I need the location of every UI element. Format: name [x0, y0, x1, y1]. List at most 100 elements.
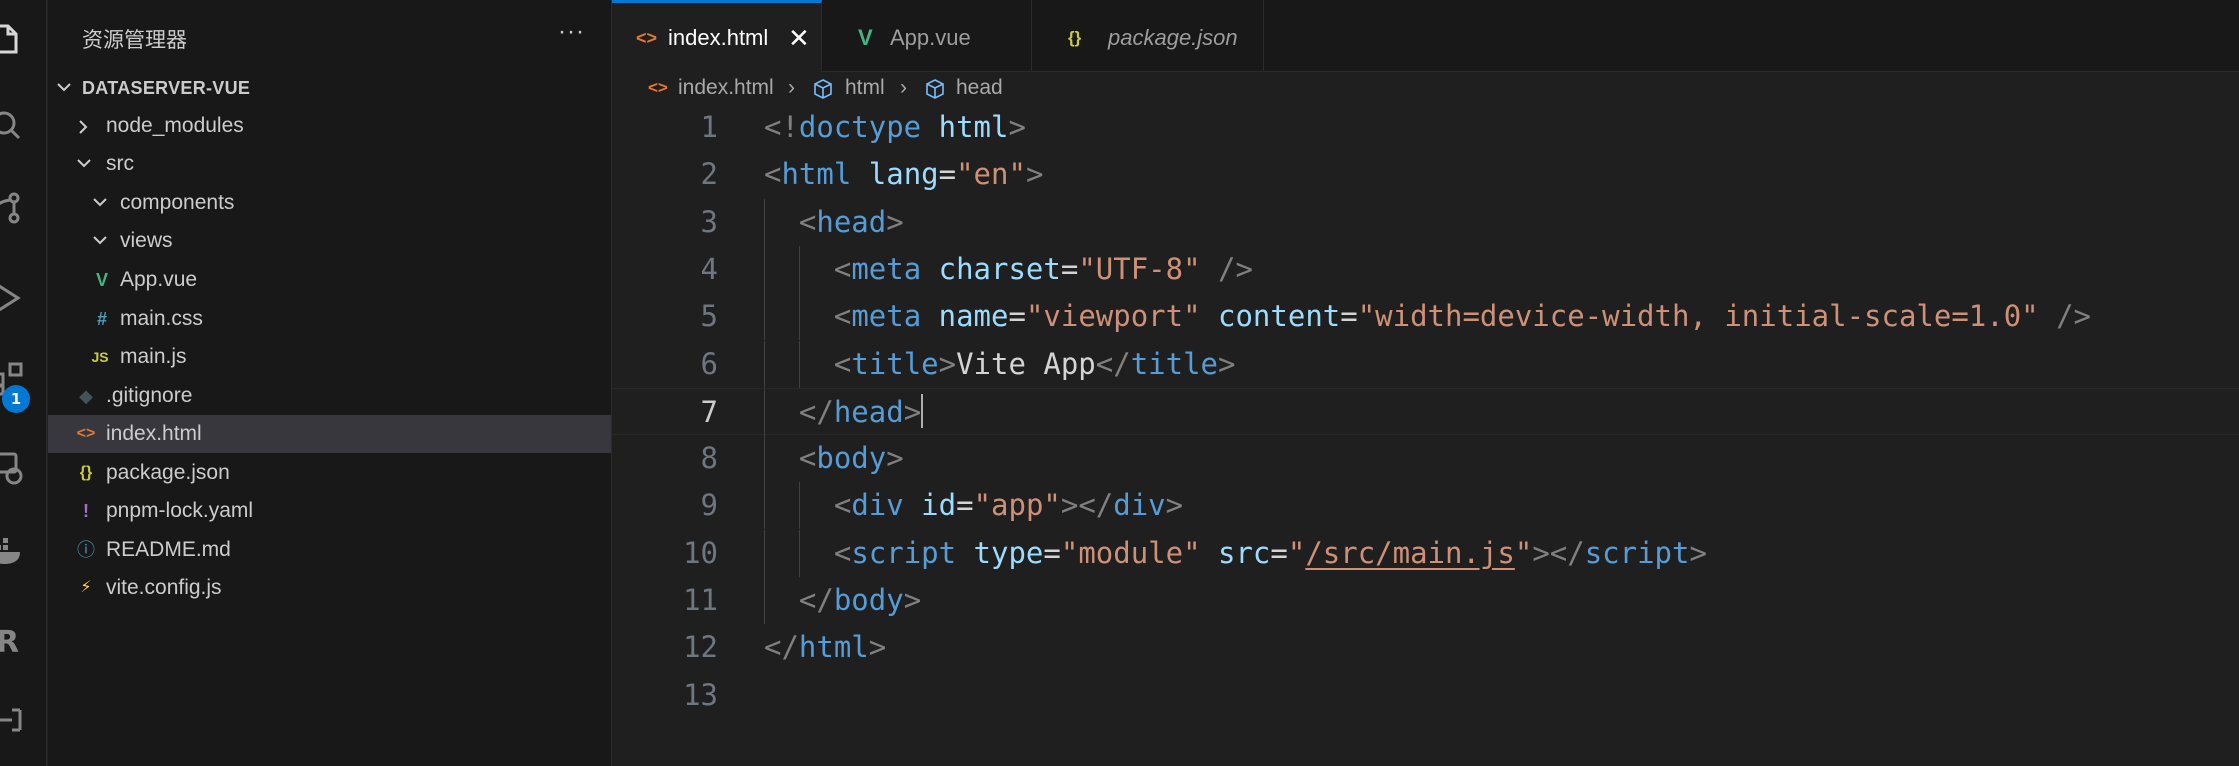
code-token: >	[1025, 157, 1044, 192]
code-token: body	[816, 441, 887, 476]
code-line[interactable]: 1 <!doctype html>	[612, 104, 2239, 151]
code-token: lang	[868, 157, 939, 192]
cube-icon	[926, 79, 944, 99]
code-token: />	[1218, 251, 1253, 286]
code-token: div	[1113, 488, 1166, 523]
code-line[interactable]: 6 <title>Vite App</title>	[612, 340, 2239, 388]
code-token: "	[1287, 535, 1306, 570]
tree-item-pnpm-lock[interactable]: ! pnpm-lock.yaml	[48, 492, 611, 530]
code-token: =	[1060, 251, 1079, 286]
r-language-icon[interactable]: R	[0, 620, 26, 660]
code-line[interactable]: 13	[612, 672, 2239, 719]
tab-app-vue[interactable]: V App.vue	[822, 0, 1032, 72]
remote-explorer-icon[interactable]	[0, 448, 26, 488]
search-icon[interactable]	[0, 105, 26, 145]
tree-item-app-vue[interactable]: V App.vue	[48, 261, 611, 299]
code-text: <title>Vite App</title>	[764, 341, 1236, 388]
code-line[interactable]: 10 <script type="module" src="/src/main.…	[612, 529, 2239, 577]
code-editor[interactable]: 1 <!doctype html> 2 <html lang="en"> 3 <head…	[612, 104, 2239, 766]
code-token: src	[1218, 535, 1271, 570]
code-token: =	[1008, 299, 1026, 334]
code-line[interactable]: 4 <meta charset="UTF-8" />	[612, 245, 2239, 293]
code-token: title	[1130, 346, 1219, 381]
workspace-root[interactable]: DATASERVER-VUE	[48, 69, 611, 107]
explorer-icon[interactable]	[0, 18, 26, 58]
tree-item-src[interactable]: src	[48, 145, 611, 183]
code-line[interactable]: 7 </head>	[612, 387, 2239, 436]
close-icon[interactable]: ✕	[788, 3, 810, 73]
tree-item-node-modules[interactable]: node_modules	[48, 107, 611, 145]
code-token: <	[833, 535, 852, 570]
breadcrumb-item-head[interactable]: head	[956, 72, 1003, 104]
tree-item-readme[interactable]: ⓘ README.md	[48, 531, 611, 569]
code-token: </	[1095, 346, 1131, 381]
workspace-root-label: DATASERVER-VUE	[82, 78, 251, 98]
code-text: <meta charset="UTF-8" />	[764, 246, 1253, 293]
svg-text:R: R	[0, 625, 19, 660]
code-text: <!doctype html>	[764, 104, 1026, 151]
code-line[interactable]: 5 <meta name="viewport" content="width=d…	[612, 293, 2239, 341]
tree-item-components[interactable]: components	[48, 184, 611, 222]
tree-item-vite-config[interactable]: ⚡ vite.config.js	[48, 569, 611, 607]
tree-item-gitignore[interactable]: ◆ .gitignore	[48, 377, 611, 415]
line-number: 10	[683, 535, 718, 570]
tree-item-label: index.html	[106, 422, 202, 445]
tab-index-html[interactable]: <> index.html ✕	[612, 0, 822, 72]
tree-item-views[interactable]: views	[48, 222, 611, 260]
tree-item-label: main.js	[120, 345, 187, 368]
code-token: =	[956, 488, 974, 523]
tree-item-label: src	[106, 152, 134, 175]
code-token: script	[1584, 535, 1690, 570]
code-token: title	[851, 346, 939, 381]
code-line[interactable]: 8 <body>	[612, 435, 2239, 483]
tree-item-main-js[interactable]: JS main.js	[48, 338, 611, 376]
line-number: 2	[700, 157, 718, 192]
tree-item-main-css[interactable]: # main.css	[48, 300, 611, 338]
code-text: <head>	[764, 199, 904, 246]
more-actions-icon[interactable]: ···	[558, 18, 585, 46]
extension-panel-icon[interactable]	[0, 700, 26, 740]
code-token: >	[1218, 346, 1236, 381]
line-number: 7	[700, 394, 718, 429]
vue-file-icon: V	[858, 25, 873, 50]
code-token: html	[798, 630, 869, 665]
tree-item-index-html[interactable]: <> index.html	[48, 415, 611, 453]
code-token: meta	[851, 299, 922, 334]
line-number: 13	[683, 677, 718, 712]
docker-icon[interactable]	[0, 532, 26, 572]
tree-item-label: views	[120, 229, 173, 252]
source-control-icon[interactable]	[0, 188, 26, 228]
code-token: </	[798, 583, 834, 617]
code-line[interactable]: 2 <html lang="en">	[612, 151, 2239, 198]
yaml-file-icon: !	[83, 501, 89, 521]
code-token: head	[816, 204, 887, 239]
run-debug-icon[interactable]	[0, 278, 26, 318]
code-token: div	[851, 488, 904, 523]
breadcrumb: <> index.html › html › head	[612, 72, 2239, 104]
code-line[interactable]: 9 <div id="app"></div>	[612, 482, 2239, 530]
tree-item-label: node_modules	[106, 114, 244, 137]
code-line[interactable]: 11 </body>	[612, 577, 2239, 624]
tree-item-label: components	[120, 191, 235, 214]
code-line[interactable]: 3 <head>	[612, 198, 2239, 246]
tree-item-label: main.css	[120, 307, 203, 330]
tree-item-package-json[interactable]: {} package.json	[48, 454, 611, 492]
breadcrumb-item-html[interactable]: html	[845, 72, 885, 104]
code-token: >	[903, 394, 922, 429]
code-token: <	[833, 346, 852, 381]
breadcrumb-file[interactable]: index.html	[678, 72, 774, 104]
line-number: 12	[683, 630, 718, 665]
tab-package-json[interactable]: {} package.json	[1032, 0, 1264, 72]
code-line[interactable]: 12 </html>	[612, 624, 2239, 671]
code-text: <html lang="en">	[764, 151, 1043, 198]
